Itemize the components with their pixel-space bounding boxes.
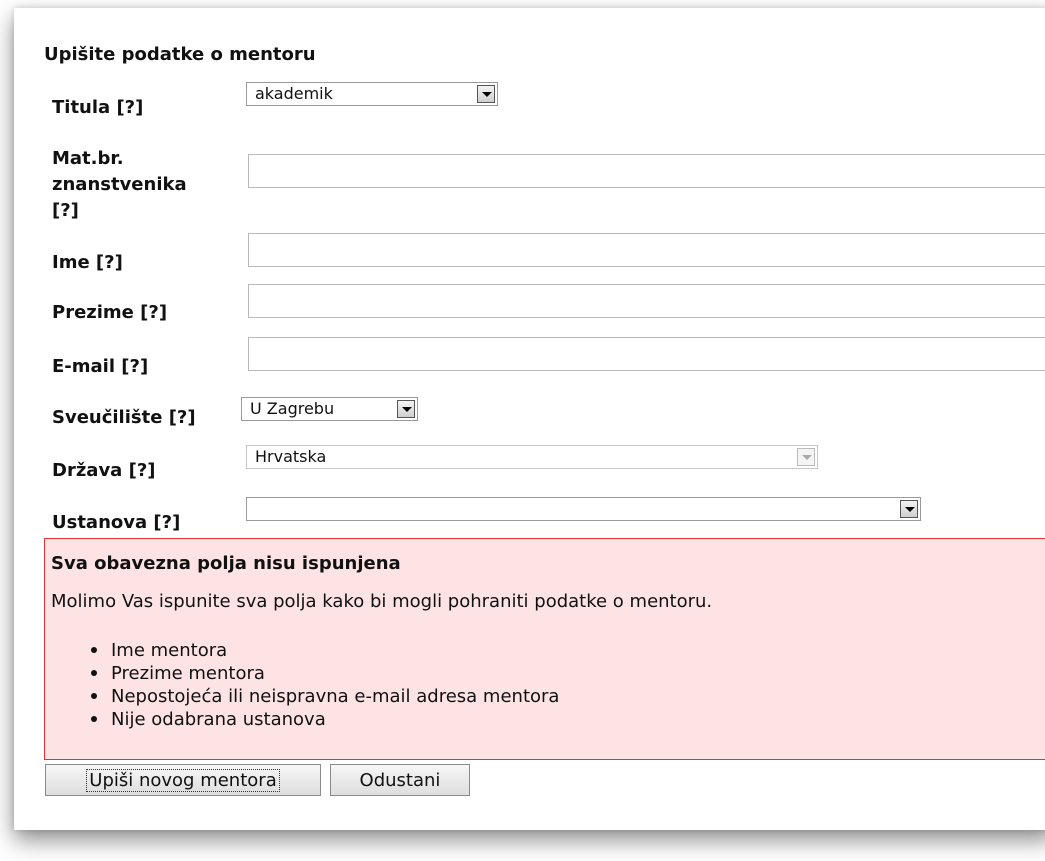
cancel-button[interactable]: Odustani bbox=[330, 764, 470, 796]
drzava-select-value: Hrvatska bbox=[255, 447, 327, 466]
mat-br-label-line: znanstvenika bbox=[52, 174, 187, 195]
drzava-select: Hrvatska bbox=[246, 445, 818, 469]
titula-dropdown-button[interactable] bbox=[477, 85, 495, 103]
sveuciliste-label: Sveučilište [?] bbox=[52, 407, 196, 428]
error-list-item: Ime mentora bbox=[85, 639, 559, 662]
sveuciliste-dropdown-button[interactable] bbox=[397, 400, 415, 418]
titula-select[interactable]: akademik bbox=[246, 82, 498, 106]
chevron-down-icon bbox=[482, 92, 492, 97]
cancel-button-label: Odustani bbox=[359, 769, 441, 791]
titula-label: Titula [?] bbox=[52, 97, 144, 118]
mat-br-input[interactable] bbox=[248, 154, 1045, 188]
error-title: Sva obavezna polja nisu ispunjena bbox=[51, 553, 401, 574]
error-list: Ime mentora Prezime mentora Nepostojeća … bbox=[85, 639, 559, 731]
drzava-dropdown-button bbox=[797, 448, 815, 466]
prezime-label: Prezime [?] bbox=[52, 302, 168, 323]
ime-input[interactable] bbox=[248, 233, 1045, 267]
chevron-down-icon bbox=[402, 407, 412, 412]
prezime-input[interactable] bbox=[248, 284, 1045, 318]
chevron-down-icon bbox=[802, 455, 812, 460]
ustanova-select[interactable] bbox=[246, 497, 921, 521]
mat-br-label-line: Mat.br. bbox=[52, 148, 124, 169]
sveuciliste-select[interactable]: U Zagrebu bbox=[241, 397, 418, 421]
sveuciliste-select-value: U Zagrebu bbox=[250, 399, 335, 418]
error-list-item: Prezime mentora bbox=[85, 662, 559, 685]
ustanova-label: Ustanova [?] bbox=[52, 512, 181, 533]
submit-new-mentor-button[interactable]: Upiši novog mentora bbox=[45, 764, 321, 796]
error-list-item: Nije odabrana ustanova bbox=[85, 708, 559, 731]
drzava-label: Država [?] bbox=[52, 460, 156, 481]
form-heading: Upišite podatke o mentoru bbox=[44, 44, 316, 65]
submit-button-label: Upiši novog mentora bbox=[86, 768, 280, 792]
mentor-form-panel: Upišite podatke o mentoru Titula [?] aka… bbox=[14, 8, 1045, 830]
titula-select-value: akademik bbox=[255, 84, 333, 103]
error-message: Molimo Vas ispunite sva polja kako bi mo… bbox=[51, 591, 713, 612]
email-input[interactable] bbox=[248, 337, 1045, 371]
ime-label: Ime [?] bbox=[52, 252, 123, 273]
ustanova-dropdown-button[interactable] bbox=[900, 500, 918, 518]
chevron-down-icon bbox=[905, 507, 915, 512]
mat-br-label-line: [?] bbox=[52, 200, 79, 221]
mat-br-label: Mat.br. znanstvenika [?] bbox=[52, 146, 187, 224]
validation-error-box: Sva obavezna polja nisu ispunjena Molimo… bbox=[44, 538, 1045, 760]
error-list-item: Nepostojeća ili neispravna e-mail adresa… bbox=[85, 685, 559, 708]
email-label: E-mail [?] bbox=[52, 356, 149, 377]
